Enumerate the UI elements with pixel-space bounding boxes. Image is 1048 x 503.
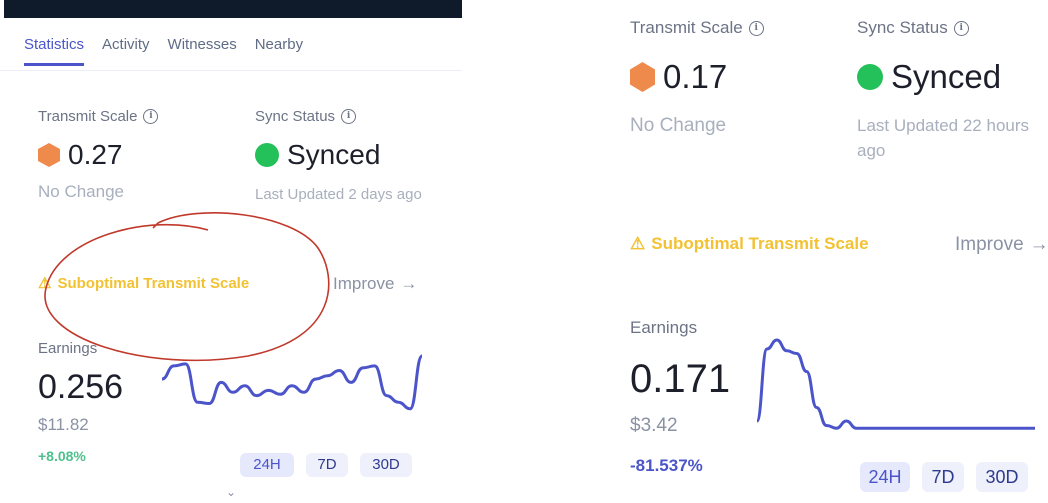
transmit-scale-label-text: Transmit Scale xyxy=(38,108,138,125)
info-icon[interactable]: i xyxy=(341,109,357,124)
warning-icon: ⚠ xyxy=(630,234,646,253)
sync-status-value: Synced xyxy=(857,58,1001,96)
range-7d-button[interactable]: 7D xyxy=(306,453,348,477)
warning-text: Suboptimal Transmit Scale xyxy=(651,234,869,253)
sync-status-label-text: Sync Status xyxy=(255,108,336,125)
right-screenshot-panel: Transmit Scale i 0.17 No Change Sync Sta… xyxy=(612,0,1048,503)
info-icon[interactable]: i xyxy=(953,20,969,36)
range-selector: 24H 7D 30D xyxy=(240,453,412,477)
tab-statistics[interactable]: Statistics xyxy=(24,36,85,66)
sync-status-note: Last Updated 22 hours ago xyxy=(857,116,1030,160)
arrow-right-icon: → xyxy=(400,274,418,293)
hexagon-icon xyxy=(630,62,655,92)
sync-status-label: Sync Status i xyxy=(857,18,969,38)
sync-status-text: Synced xyxy=(287,139,381,170)
transmit-scale-number: 0.27 xyxy=(68,139,123,170)
sync-status-text: Synced xyxy=(891,58,1002,95)
transmit-scale-number: 0.17 xyxy=(663,58,728,95)
range-24h-button[interactable]: 24H xyxy=(860,462,910,492)
tab-bar: Statistics Activity Witnesses Nearby xyxy=(24,36,303,66)
earnings-usd: $11.82 xyxy=(38,415,89,434)
range-selector: 24H 7D 30D xyxy=(860,462,1028,492)
transmit-scale-note: No Change xyxy=(630,115,727,136)
sync-status-label: Sync Status i xyxy=(255,108,357,125)
info-icon[interactable]: i xyxy=(143,109,159,124)
transmit-scale-label: Transmit Scale i xyxy=(630,18,764,38)
left-screenshot-panel: Statistics Activity Witnesses Nearby Tra… xyxy=(0,0,462,503)
tab-nearby[interactable]: Nearby xyxy=(255,36,303,66)
range-30d-button[interactable]: 30D xyxy=(360,453,412,477)
earnings-value: 0.256 xyxy=(38,368,124,406)
improve-link[interactable]: Improve → xyxy=(955,234,1048,256)
chevron-down-icon[interactable]: ⌄ xyxy=(226,485,240,499)
sync-status-label-text: Sync Status xyxy=(857,18,948,37)
top-header-bar xyxy=(4,0,462,18)
earnings-sparkline xyxy=(755,338,1035,430)
transmit-scale-value: 0.17 xyxy=(630,58,727,96)
earnings-label: Earnings xyxy=(630,318,698,337)
sparkline-path xyxy=(755,338,1035,430)
annotation-circle xyxy=(44,212,330,362)
tab-divider xyxy=(0,70,462,71)
sync-status-note: Last Updated 2 days ago xyxy=(255,186,422,203)
improve-label: Improve xyxy=(955,234,1024,255)
hexagon-icon xyxy=(38,143,60,167)
transmit-scale-label-text: Transmit Scale xyxy=(630,18,743,37)
green-dot-icon xyxy=(255,143,279,167)
range-24h-button[interactable]: 24H xyxy=(240,453,294,477)
suboptimal-warning: ⚠ Suboptimal Transmit Scale xyxy=(630,234,869,254)
range-30d-button[interactable]: 30D xyxy=(976,462,1028,492)
transmit-scale-label: Transmit Scale i xyxy=(38,108,159,125)
tab-witnesses[interactable]: Witnesses xyxy=(168,36,237,66)
transmit-scale-value: 0.27 xyxy=(38,139,123,171)
arrow-right-icon: → xyxy=(1029,234,1048,255)
earnings-change: +8.08% xyxy=(38,448,86,464)
earnings-change: -81.537% xyxy=(630,456,703,475)
transmit-scale-note: No Change xyxy=(38,182,125,201)
earnings-usd: $3.42 xyxy=(630,415,678,436)
sync-status-value: Synced xyxy=(255,139,380,171)
green-dot-icon xyxy=(857,64,883,90)
info-icon[interactable]: i xyxy=(748,20,764,36)
tab-activity[interactable]: Activity xyxy=(102,36,150,66)
spacer xyxy=(462,0,612,503)
range-7d-button[interactable]: 7D xyxy=(922,462,964,492)
earnings-value: 0.171 xyxy=(630,357,731,401)
